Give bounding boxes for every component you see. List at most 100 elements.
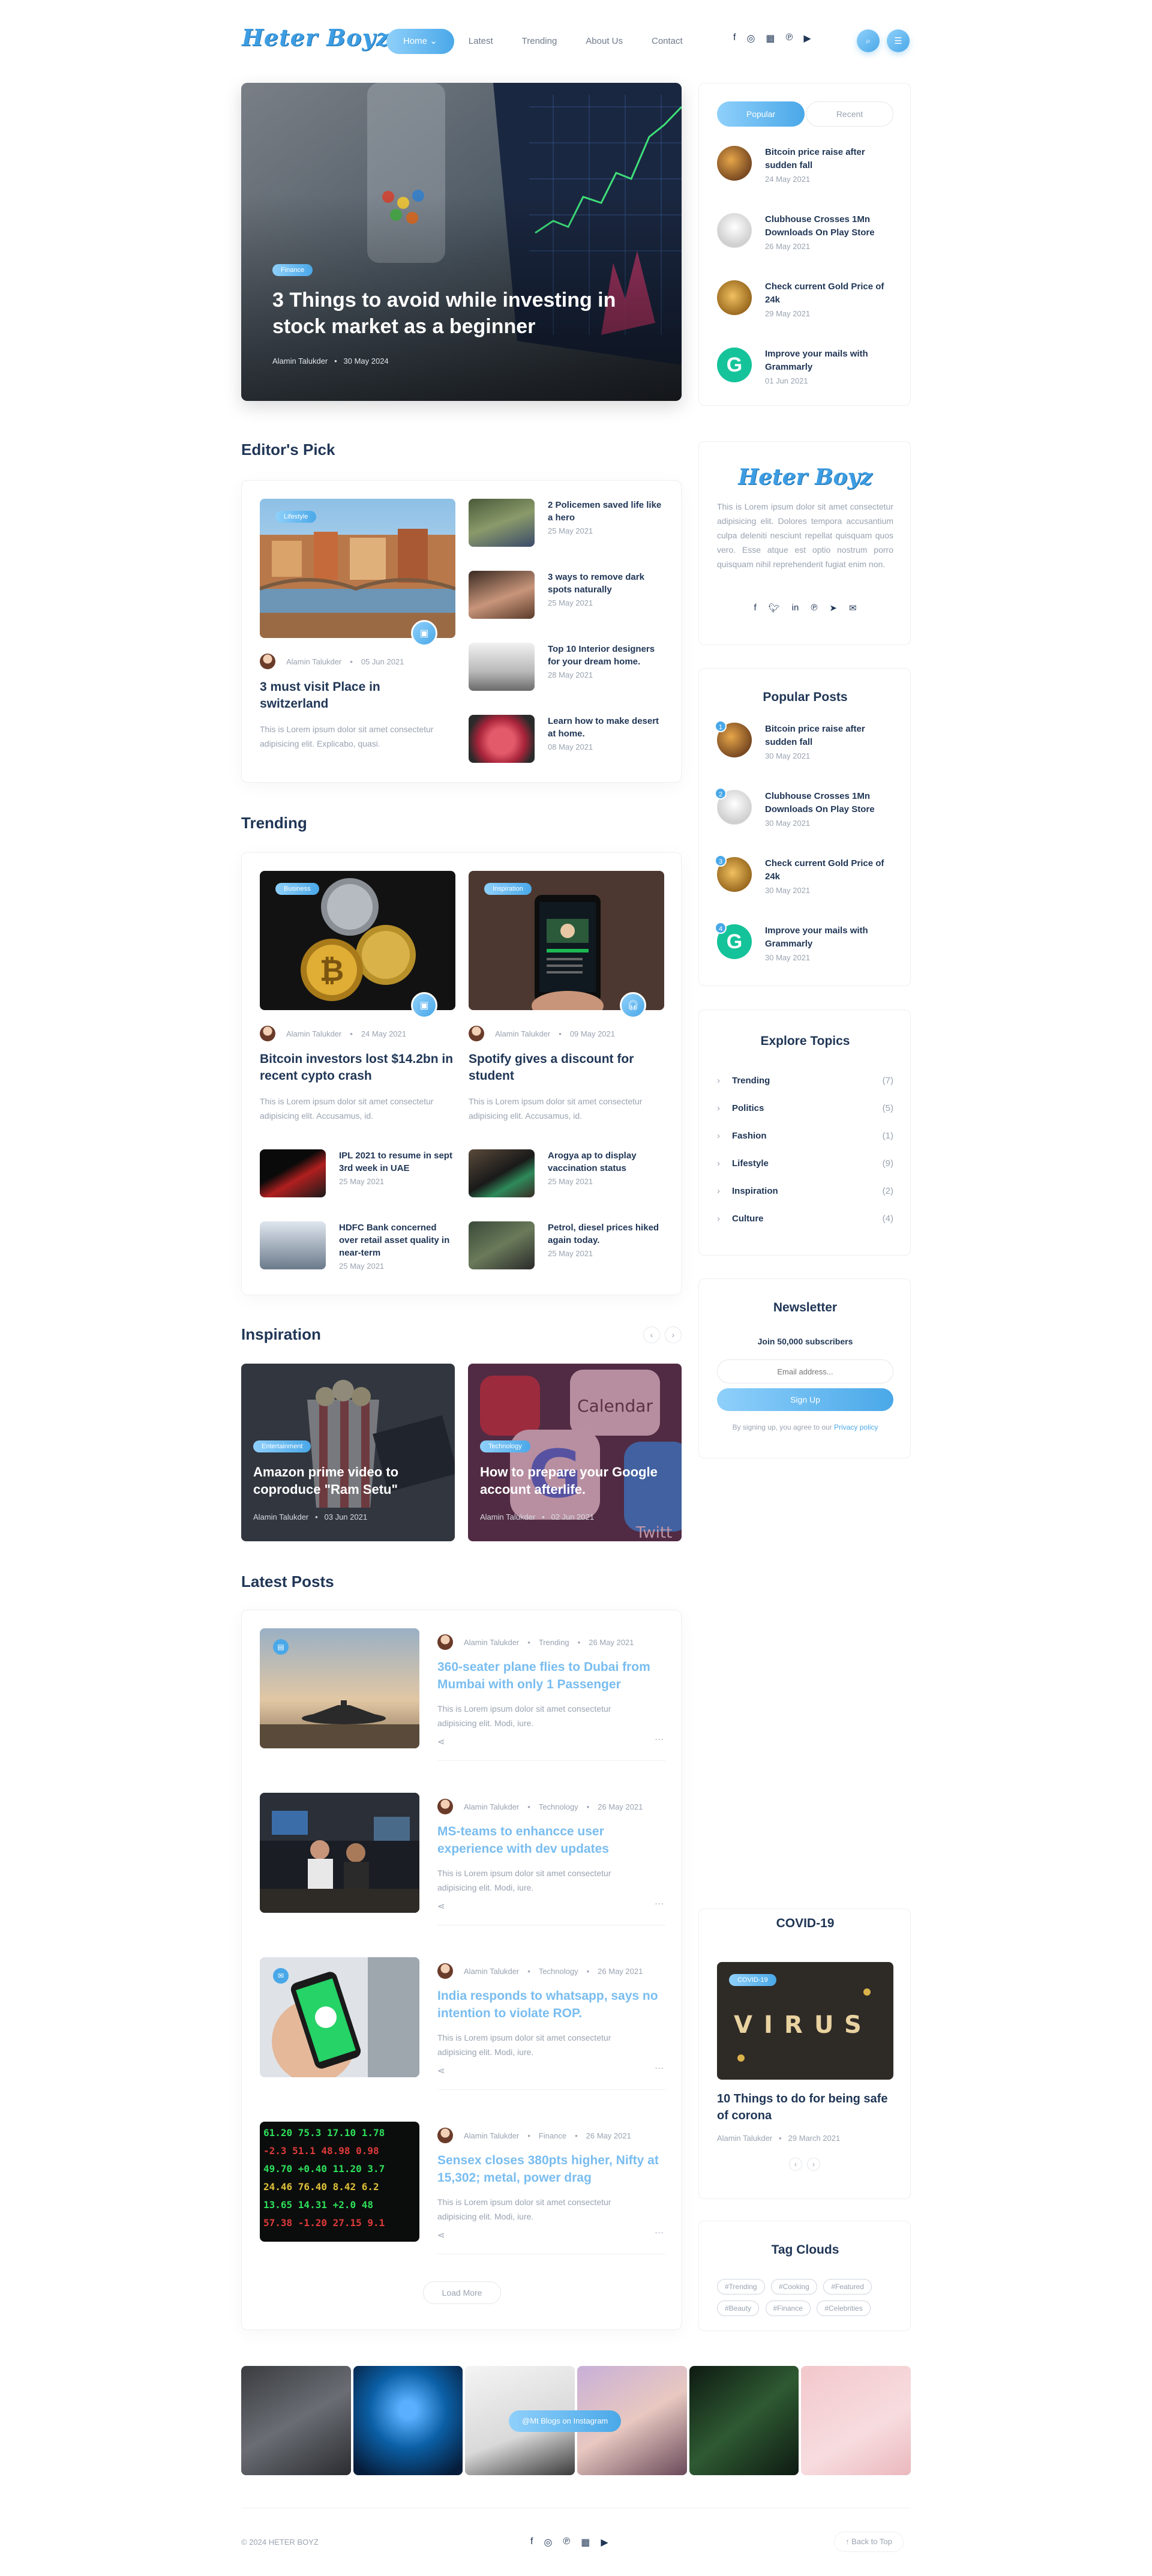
linkedin-icon[interactable]: ▦ [766, 32, 775, 44]
youtube-icon[interactable]: ▶ [601, 2536, 608, 2548]
topic-item[interactable]: › Trending (7) [717, 1067, 893, 1094]
site-logo[interactable]: Heter Boyz [242, 24, 389, 51]
menu-icon[interactable]: ☰ [887, 29, 910, 52]
trending-badge[interactable]: Business [275, 883, 319, 895]
instagram-icon[interactable]: ◎ [746, 32, 755, 44]
share-icon[interactable]: ⋖ [437, 2065, 445, 2076]
hero-post[interactable]: Finance 3 Things to avoid while investin… [241, 83, 682, 401]
list-item[interactable]: HDFC Bank concerned over retail asset qu… [260, 1221, 457, 1271]
more-options-icon[interactable]: ··· [655, 2227, 664, 2237]
inspiration-card[interactable]: Calendar G Twitt Technology How to prepa… [468, 1364, 682, 1541]
inspiration-card-title[interactable]: Amazon prime video to coproduce "Ram Set… [253, 1463, 433, 1498]
tag[interactable]: #Beauty [717, 2301, 760, 2316]
post-image[interactable]: 61.20 75.3 17.10 1.78 -2.3 51.1 48.98 0.… [260, 2122, 419, 2242]
more-options-icon[interactable]: ··· [655, 1734, 664, 1744]
youtube-icon[interactable]: ▶ [803, 32, 811, 44]
list-item[interactable]: 3 Check current Gold Price of 24k 30 May … [715, 855, 897, 924]
trending-main-image-2[interactable]: Inspiration [469, 871, 664, 1010]
post-title[interactable]: India responds to whatsapp, says no inte… [437, 1987, 665, 2022]
covid-badge[interactable]: COVID-19 [729, 1974, 776, 1986]
inspiration-card-title[interactable]: How to prepare your Google account after… [480, 1463, 672, 1498]
linkedin-icon[interactable]: ▦ [581, 2536, 590, 2548]
share-icon[interactable]: ⋖ [437, 1736, 445, 1747]
carousel-prev-button[interactable]: ‹ [643, 1326, 660, 1343]
tag[interactable]: #Featured [823, 2279, 872, 2295]
instagram-button[interactable]: @Mt Blogs on Instagram [509, 2410, 622, 2432]
list-item[interactable]: Petrol, diesel prices hiked again today.… [469, 1221, 665, 1269]
privacy-link[interactable]: Privacy policy [834, 1423, 878, 1431]
inspiration-card[interactable]: Entertainment Amazon prime video to copr… [241, 1364, 455, 1541]
list-item[interactable]: 3 ways to remove dark spots naturally 25 … [469, 571, 667, 643]
nav-home[interactable]: Home ⌄ [386, 29, 454, 54]
trending-main-title[interactable]: Spotify gives a discount for student [469, 1051, 664, 1085]
post-title[interactable]: MS-teams to enhancce user experience wit… [437, 1823, 665, 1858]
topic-item[interactable]: › Culture (4) [717, 1205, 893, 1232]
covid-image[interactable]: VIRUS COVID-19 [717, 1962, 893, 2080]
list-item[interactable]: G Improve your mails with Grammarly 01 Ju… [717, 348, 897, 415]
load-more-button[interactable]: Load More [423, 2281, 501, 2304]
list-item[interactable]: Top 10 Interior designers for your dream… [469, 643, 667, 715]
nav-latest[interactable]: Latest [454, 29, 508, 54]
instagram-photo[interactable] [801, 2366, 911, 2475]
pinterest-icon[interactable]: ℗ [811, 603, 817, 613]
editors-main-badge[interactable]: Lifestyle [275, 511, 317, 523]
instagram-photo[interactable] [353, 2366, 463, 2475]
topic-item[interactable]: › Fashion (1) [717, 1122, 893, 1149]
trending-main-image-1[interactable]: ₿ Business [260, 871, 455, 1010]
tab-recent[interactable]: Recent [806, 101, 893, 127]
facebook-icon[interactable]: f [754, 603, 756, 613]
facebook-icon[interactable]: f [530, 2536, 533, 2548]
more-options-icon[interactable]: ··· [655, 1898, 664, 1909]
carousel-prev-button[interactable]: ‹ [789, 2158, 802, 2171]
trending-main-title[interactable]: Bitcoin investors lost $14.2bn in recent… [260, 1051, 455, 1085]
search-icon[interactable]: ⌕ [857, 29, 880, 52]
tag[interactable]: #Finance [765, 2301, 811, 2316]
covid-title[interactable]: 10 Things to do for being safe of corona [717, 2090, 893, 2124]
twitter-icon[interactable]: 🐦︎ [769, 603, 780, 613]
post-title[interactable]: 360-seater plane flies to Dubai from Mum… [437, 1658, 665, 1693]
telegram-icon[interactable]: ➤ [829, 603, 837, 613]
more-options-icon[interactable]: ··· [655, 2063, 664, 2073]
email-field[interactable] [717, 1359, 893, 1383]
tag[interactable]: #Trending [717, 2279, 765, 2295]
nav-trending[interactable]: Trending [508, 29, 572, 54]
share-icon[interactable]: ⋖ [437, 2230, 445, 2240]
hero-badge[interactable]: Finance [272, 264, 313, 276]
mail-icon[interactable]: ✉ [849, 603, 857, 613]
share-icon[interactable]: ⋖ [437, 1901, 445, 1912]
list-item[interactable]: 1 Bitcoin price raise after sudden fall 3… [715, 720, 897, 790]
list-item[interactable]: IPL 2021 to resume in sept 3rd week in U… [260, 1149, 457, 1197]
signup-button[interactable]: Sign Up [717, 1388, 893, 1411]
inspiration-badge[interactable]: Technology [480, 1440, 530, 1452]
nav-about[interactable]: About Us [571, 29, 637, 54]
nav-contact[interactable]: Contact [637, 29, 697, 54]
editors-main-title[interactable]: 3 must visit Place in switzerland [260, 679, 440, 712]
linkedin-icon[interactable]: in [792, 603, 799, 613]
topic-item[interactable]: › Lifestyle (9) [717, 1149, 893, 1177]
tab-popular[interactable]: Popular [717, 101, 805, 127]
topic-item[interactable]: › Politics (5) [717, 1094, 893, 1122]
tag[interactable]: #Celebrities [817, 2301, 871, 2316]
post-image[interactable]: ▤ [260, 1628, 419, 1748]
instagram-photo[interactable] [689, 2366, 799, 2475]
list-item[interactable]: Check current Gold Price of 24k 29 May 20… [717, 280, 897, 348]
list-item[interactable]: 2 Clubhouse Crosses 1Mn Downloads On Pla… [715, 787, 897, 857]
pinterest-icon[interactable]: ℗ [786, 32, 793, 44]
carousel-next-button[interactable]: › [807, 2158, 820, 2171]
tag[interactable]: #Cooking [771, 2279, 817, 2295]
instagram-icon[interactable]: ◎ [544, 2536, 552, 2548]
instagram-photo[interactable] [241, 2366, 351, 2475]
topic-item[interactable]: › Inspiration (2) [717, 1177, 893, 1205]
list-item[interactable]: Bitcoin price raise after sudden fall 24 … [717, 146, 897, 213]
editors-main-image[interactable]: Lifestyle [260, 499, 455, 638]
post-image[interactable] [260, 1793, 419, 1913]
hero-author[interactable]: Alamin Talukder [272, 357, 328, 366]
inspiration-badge[interactable]: Entertainment [253, 1440, 311, 1452]
carousel-next-button[interactable]: › [665, 1326, 682, 1343]
post-image[interactable]: ✉ [260, 1957, 419, 2077]
list-item[interactable]: Arogya ap to display vaccination status 2… [469, 1149, 665, 1197]
back-to-top-button[interactable]: ↑ Back to Top [834, 2532, 904, 2552]
post-title[interactable]: Sensex closes 380pts higher, Nifty at 15… [437, 2152, 665, 2186]
list-item[interactable]: Clubhouse Crosses 1Mn Downloads On Play … [717, 213, 897, 280]
list-item[interactable]: Learn how to make desert at home. 08 May … [469, 715, 667, 787]
